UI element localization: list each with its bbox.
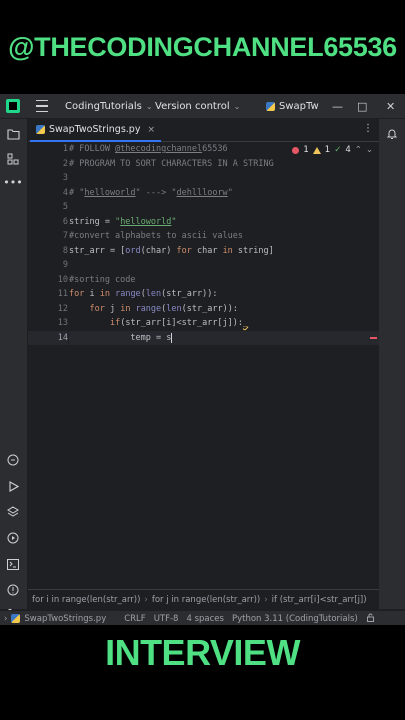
services-icon[interactable] — [6, 531, 20, 545]
lock-icon[interactable] — [362, 613, 379, 625]
code-line-10: #sorting code — [69, 274, 136, 285]
line-number: 2 — [62, 158, 68, 169]
app-logo-icon — [6, 99, 20, 113]
close-window-button[interactable]: ✕ — [386, 94, 395, 118]
main-menu-icon[interactable] — [36, 94, 48, 118]
tab-swaptwostrings[interactable]: SwapTwoStrings.py × — [30, 119, 161, 142]
maximize-icon: □ — [357, 99, 368, 113]
chevron-right-icon[interactable]: › — [0, 614, 11, 624]
title-bar: CodingTutorials ⌄ Version control ⌄ Swap… — [0, 94, 405, 119]
line-number: 6 — [62, 216, 68, 227]
text-caret — [171, 332, 173, 343]
run-config-selector[interactable]: SwapTw — [266, 94, 319, 118]
run-icon[interactable] — [6, 479, 20, 493]
close-icon: ✕ — [386, 99, 396, 113]
line-number-gutter: 1 2 3 4 5 6 7 8 9 10 11 12 13 14 — [28, 142, 69, 588]
code-line-14: temp = s — [130, 332, 173, 343]
file-encoding[interactable]: UTF-8 — [150, 614, 183, 624]
breadcrumb-item[interactable]: for i in range(len(str_arr)) — [28, 595, 144, 605]
code-editor[interactable]: 1 2 3 4 5 6 7 8 9 10 11 12 13 14 1 1 ✓ 4… — [28, 142, 379, 588]
more-icon[interactable]: ••• — [3, 175, 22, 189]
project-selector[interactable]: CodingTutorials ⌄ — [65, 94, 153, 118]
line-number: 9 — [62, 260, 68, 270]
line-number: 7 — [62, 231, 68, 241]
breadcrumb-item[interactable]: if (str_arr[i]<str_arr[j]) — [268, 595, 371, 605]
line-number: 8 — [62, 245, 68, 256]
layers-icon[interactable] — [6, 505, 20, 519]
line-number: 13 — [57, 318, 68, 328]
line-number: 10 — [57, 274, 68, 285]
python-file-icon — [11, 614, 21, 623]
ide-window: CodingTutorials ⌄ Version control ⌄ Swap… — [0, 94, 405, 626]
minimize-button[interactable]: — — [332, 94, 343, 118]
code-line-8: str_arr = [ord(char) for char in string] — [69, 245, 274, 256]
maximize-button[interactable]: □ — [357, 94, 367, 118]
code-line-11: for i in range(len(str_arr)): — [69, 289, 218, 299]
project-folder-icon[interactable] — [6, 127, 20, 141]
channel-handle: @THECODINGCHANNEL65536 — [8, 31, 397, 62]
vcs-selector[interactable]: Version control ⌄ — [155, 94, 240, 118]
line-number: 12 — [57, 303, 68, 314]
python-console-icon[interactable] — [6, 453, 20, 467]
tab-options-icon[interactable]: ⋮ — [363, 123, 373, 134]
line-number: 11 — [57, 289, 68, 299]
terminal-icon[interactable] — [6, 557, 20, 571]
breadcrumb: for i in range(len(str_arr)) › for j in … — [28, 589, 379, 610]
line-number: 5 — [62, 202, 68, 212]
editor-tab-bar: SwapTwoStrings.py × ⋮ — [28, 119, 379, 142]
code-line-12: for j in range(len(str_arr)): — [89, 303, 238, 314]
code-line-6: string = "helloworld" — [69, 216, 177, 227]
banner-caption: INTERVIEW — [105, 631, 300, 673]
line-separator[interactable]: CRLF — [120, 614, 149, 624]
left-tool-strip: ••• — [0, 119, 28, 620]
code-line-7: #convert alphabets to ascii values — [69, 231, 243, 241]
indent-setting[interactable]: 4 spaces — [182, 614, 227, 624]
code-line-4: # "helloworld" ---> "dehllloorw" — [69, 187, 233, 198]
chevron-down-icon: ⌄ — [233, 101, 241, 111]
structure-icon[interactable] — [6, 152, 20, 166]
problems-icon[interactable] — [6, 583, 20, 597]
banner-bottom: INTERVIEW — [0, 625, 405, 720]
code-line-1: # FOLLOW @thecodingchannel65536 — [69, 144, 228, 154]
chevron-down-icon: ⌄ — [145, 101, 153, 111]
status-file[interactable]: SwapTwoStrings.py — [24, 614, 110, 624]
run-config-name: SwapTw — [279, 100, 319, 112]
notifications-icon[interactable] — [385, 127, 399, 141]
channel-banner-top: @THECODINGCHANNEL65536 — [0, 0, 405, 94]
code-area[interactable]: # FOLLOW @thecodingchannel65536 # PROGRA… — [69, 142, 379, 588]
line-number: 4 — [62, 187, 68, 198]
line-number: 1 — [62, 144, 68, 154]
minimize-icon: — — [332, 99, 343, 113]
line-number: 3 — [62, 173, 68, 183]
code-line-13: if(str_arr[i]<str_arr[j]):_ — [109, 318, 249, 328]
vcs-label: Version control — [155, 100, 230, 112]
line-number-current: 14 — [57, 333, 68, 343]
status-bar: › SwapTwoStrings.py CRLF UTF-8 4 spaces … — [0, 610, 405, 626]
breadcrumb-item[interactable]: for j in range(len(str_arr)) — [148, 595, 264, 605]
project-name: CodingTutorials — [65, 100, 142, 112]
right-tool-strip — [378, 119, 405, 609]
close-tab-icon[interactable]: × — [147, 125, 155, 135]
python-interpreter[interactable]: Python 3.11 (CodingTutorials) — [228, 614, 362, 624]
python-file-icon — [36, 125, 45, 134]
code-line-2: # PROGRAM TO SORT CHARACTERS IN A STRING — [69, 158, 274, 169]
tab-label: SwapTwoStrings.py — [49, 124, 141, 135]
python-file-icon — [266, 101, 275, 111]
